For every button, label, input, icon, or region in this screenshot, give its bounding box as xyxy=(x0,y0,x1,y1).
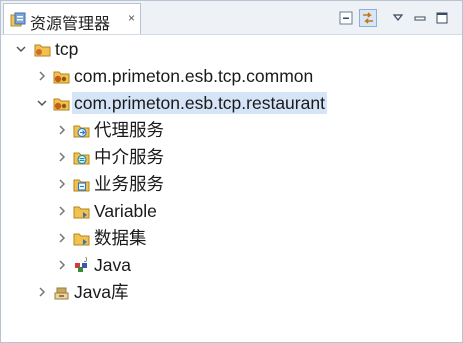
link-with-editor-icon[interactable] xyxy=(359,9,377,27)
tree-item-variable[interactable]: Variable xyxy=(1,198,462,225)
chevron-right-icon[interactable] xyxy=(56,178,68,190)
tree-item-label: com.primeton.esb.tcp.common xyxy=(74,66,314,86)
tree-item-label: com.primeton.esb.tcp.restaurant xyxy=(72,92,327,114)
tree-item-mediation-service[interactable]: 中介服务 xyxy=(1,144,462,171)
tree-item-label: 代理服务 xyxy=(94,120,164,140)
tree-item-label: Java xyxy=(94,255,131,275)
svg-text:J: J xyxy=(84,258,87,264)
minimize-icon[interactable] xyxy=(411,9,429,27)
chevron-right-icon[interactable] xyxy=(56,232,68,244)
resource-explorer-tab[interactable]: 资源管理器 × xyxy=(3,3,141,34)
chevron-right-icon[interactable] xyxy=(56,205,68,217)
tree-item-project-selected[interactable]: com.primeton.esb.tcp.restaurant xyxy=(1,90,462,117)
tree-item-java-library[interactable]: Java库 xyxy=(1,279,462,306)
resource-explorer-icon xyxy=(10,12,26,27)
variable-folder-icon xyxy=(73,206,90,219)
tree-item-label: tcp xyxy=(55,39,79,59)
dataset-folder-icon xyxy=(73,233,90,246)
proxy-service-folder-icon xyxy=(73,125,90,138)
view-title: 资源管理器 xyxy=(30,16,111,33)
view-menu-icon[interactable] xyxy=(389,9,407,27)
java-package-icon: J xyxy=(75,258,87,272)
chevron-right-icon[interactable] xyxy=(56,124,68,136)
chevron-right-icon[interactable] xyxy=(36,70,48,82)
tree-item-project[interactable]: com.primeton.esb.tcp.common xyxy=(1,63,462,90)
collapse-all-icon[interactable] xyxy=(337,9,355,27)
tree-item-label: 中介服务 xyxy=(94,147,164,167)
view-tab-bar: 资源管理器 × xyxy=(1,1,462,35)
chevron-right-icon[interactable] xyxy=(56,259,68,271)
tree-item-label: Variable xyxy=(94,201,157,221)
mediation-service-folder-icon xyxy=(73,152,90,165)
esb-project-icon xyxy=(53,98,70,111)
resource-tree: tcp com.primeton.esb.tcp.common com.prim… xyxy=(1,35,462,342)
project-folder-icon xyxy=(34,44,51,57)
resource-explorer-view: 资源管理器 × tcp com.primeton.esb.tcp.common … xyxy=(0,0,463,343)
close-icon[interactable]: × xyxy=(128,11,135,25)
tree-item-label: 数据集 xyxy=(94,228,147,248)
tree-item-tcp[interactable]: tcp xyxy=(1,36,462,63)
esb-project-icon xyxy=(53,71,70,84)
business-service-folder-icon xyxy=(73,179,90,192)
tree-item-business-service[interactable]: 业务服务 xyxy=(1,171,462,198)
library-icon xyxy=(54,287,69,300)
chevron-right-icon[interactable] xyxy=(36,286,48,298)
maximize-icon[interactable] xyxy=(433,9,451,27)
chevron-down-icon[interactable] xyxy=(15,43,27,55)
tree-item-dataset[interactable]: 数据集 xyxy=(1,225,462,252)
tree-item-java[interactable]: J Java xyxy=(1,252,462,279)
tree-item-proxy-service[interactable]: 代理服务 xyxy=(1,117,462,144)
chevron-down-icon[interactable] xyxy=(36,97,48,109)
tree-item-label: 业务服务 xyxy=(94,174,164,194)
tree-item-label: Java库 xyxy=(74,282,129,302)
chevron-right-icon[interactable] xyxy=(56,151,68,163)
